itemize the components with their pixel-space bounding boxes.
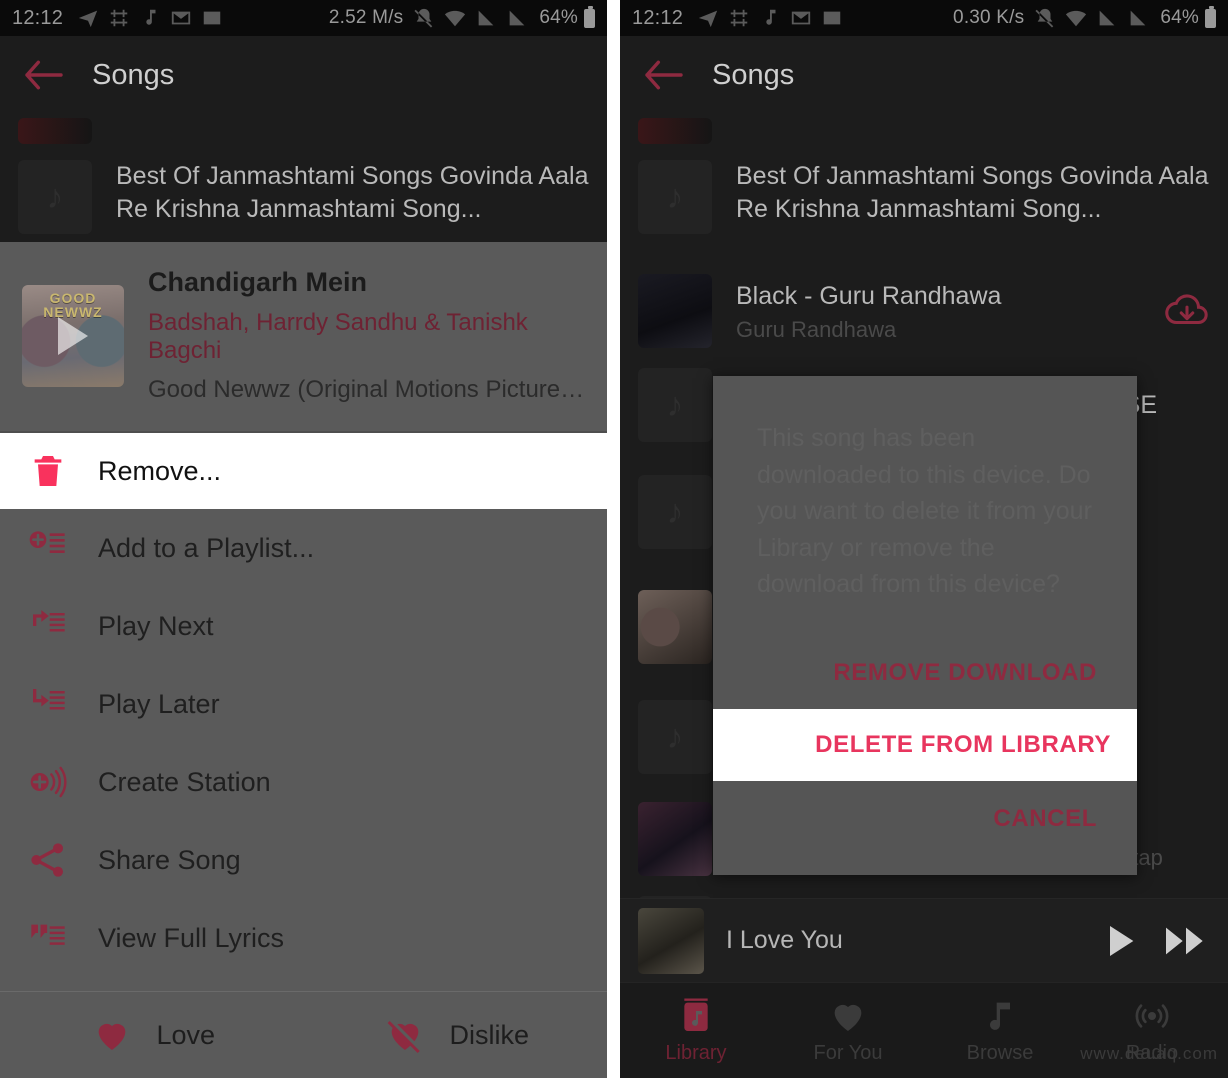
play-next-icon: [24, 602, 72, 650]
song-subtitle: Guru Randhawa: [736, 316, 897, 342]
action-play-next[interactable]: Play Next: [0, 587, 607, 665]
mini-player[interactable]: I Love You: [620, 898, 1228, 982]
album-thumbnail: [638, 802, 712, 876]
status-bar: 12:12 0.30 K/s 64%: [620, 0, 1228, 36]
action-label: Play Later: [98, 688, 220, 719]
action-share-song[interactable]: Share Song: [0, 821, 607, 899]
action-play-later[interactable]: Play Later: [0, 665, 607, 743]
reaction-label: Dislike: [449, 1019, 529, 1050]
tab-library[interactable]: Library: [620, 983, 772, 1078]
create-station-icon: [24, 758, 72, 806]
album-art: GOOD NEWWZ: [22, 284, 124, 387]
sim1-icon: [1096, 7, 1118, 29]
reaction-dislike[interactable]: Dislike: [304, 992, 608, 1078]
broken-heart-icon: [381, 1011, 429, 1059]
album-thumbnail: [638, 118, 712, 144]
reaction-bar: Love Dislike: [0, 992, 607, 1078]
album-thumbnail: [638, 700, 712, 774]
remove-download-button[interactable]: REMOVE DOWNLOAD: [739, 647, 1111, 699]
tab-label: Browse: [966, 1042, 1034, 1064]
album-thumbnail: [638, 475, 712, 549]
mini-player-title: I Love You: [726, 926, 843, 954]
action-label: Play Next: [98, 610, 214, 641]
album-thumbnail: [638, 274, 712, 348]
song-title: Black - Guru Randhawa: [736, 281, 1002, 310]
action-view-full-lyrics[interactable]: View Full Lyrics: [0, 899, 607, 977]
action-label: Create Station: [98, 766, 271, 797]
song-artist: Badshah, Harrdy Sandhu & Tanishk Bagchi: [148, 308, 528, 365]
list-item[interactable]: Best Of Janmashtami Songs Govinda Aala R…: [620, 148, 1228, 264]
action-remove[interactable]: Remove...: [0, 433, 607, 509]
tab-browse[interactable]: Browse: [924, 983, 1076, 1078]
song-meta: Black - Guru Randhawa Guru Randhawa: [736, 280, 1152, 343]
action-add-to-playlist[interactable]: Add to a Playlist...: [0, 509, 607, 587]
mute-bell-icon: [1034, 7, 1056, 29]
play-icon: [58, 316, 88, 355]
slack-icon: [728, 7, 750, 29]
library-icon: [676, 996, 716, 1036]
network-speed: 0.30 K/s: [953, 7, 1025, 28]
lyrics-icon: [24, 914, 72, 962]
back-arrow-icon[interactable]: [642, 58, 686, 92]
fast-forward-icon[interactable]: [1162, 921, 1210, 961]
gmail-icon: [790, 7, 812, 29]
tab-label: For You: [813, 1042, 883, 1064]
action-label: View Full Lyrics: [98, 922, 285, 953]
action-sheet: GOOD NEWWZ Chandigarh Mein Badshah, Harr…: [0, 242, 607, 1078]
delete-confirm-dialog: This song has been downloaded to this de…: [713, 376, 1137, 875]
add-to-playlist-icon: [24, 524, 72, 572]
cancel-button[interactable]: CANCEL: [739, 793, 1111, 845]
list-item[interactable]: Black - Guru Randhawa Guru Randhawa: [620, 264, 1228, 358]
sim2-icon: [1127, 7, 1149, 29]
dialog-actions: REMOVE DOWNLOAD DELETE FROM LIBRARY CANC…: [713, 613, 1137, 875]
album-thumbnail: [638, 160, 712, 234]
wifi-icon: [1065, 7, 1087, 29]
reaction-love[interactable]: Love: [0, 992, 304, 1078]
music-note-icon: [980, 996, 1020, 1036]
telegram-icon: [697, 7, 719, 29]
watermark: www.deuaq.com: [1080, 1044, 1218, 1063]
tab-label: Library: [665, 1042, 727, 1064]
play-later-icon: [24, 680, 72, 728]
list-item[interactable]: [620, 114, 1228, 148]
action-create-station[interactable]: Create Station: [0, 743, 607, 821]
album-art-label: GOOD NEWWZ: [43, 289, 103, 321]
screenshot-root: 12:12 2.52 M/s 64% Songs ♪ Best Of Janma…: [0, 0, 1228, 1078]
song-meta: Best Of Janmashtami Songs Govinda Aala R…: [736, 160, 1210, 226]
delete-from-library-button[interactable]: DELETE FROM LIBRARY: [713, 708, 1137, 781]
page-title: Songs: [712, 58, 795, 91]
now-playing-info: Chandigarh Mein Badshah, Harrdy Sandhu &…: [148, 266, 585, 405]
heart-icon: [828, 996, 868, 1036]
reaction-label: Love: [156, 1019, 216, 1050]
song-title: Chandigarh Mein: [148, 267, 368, 298]
now-playing-header[interactable]: GOOD NEWWZ Chandigarh Mein Badshah, Harr…: [0, 242, 607, 431]
app-bar: Songs: [620, 36, 1228, 114]
action-label: Share Song: [98, 844, 241, 875]
song-title: Best Of Janmashtami Songs Govinda Aala R…: [736, 162, 1209, 223]
battery-icon: [1205, 5, 1216, 28]
action-label: Remove...: [98, 455, 222, 486]
photos-icon: [821, 7, 843, 29]
sheet-spacer: [0, 977, 607, 991]
album-thumbnail: [638, 907, 704, 974]
battery-percent: 64%: [1160, 7, 1199, 28]
share-icon: [24, 836, 72, 884]
album-thumbnail: [638, 590, 712, 664]
song-album: Good Newwz (Original Motions Pictures ..…: [148, 376, 585, 404]
right-phone-panel: 12:12 0.30 K/s 64% Songs ♪ Best Of Janma…: [620, 0, 1228, 1078]
play-icon[interactable]: [1096, 921, 1144, 961]
status-time: 12:12: [632, 6, 684, 29]
heart-icon: [88, 1011, 136, 1059]
trash-icon: [24, 447, 72, 495]
music-note-icon: [759, 7, 781, 29]
dialog-message: This song has been downloaded to this de…: [757, 424, 1092, 598]
radio-waves-icon: [1132, 996, 1172, 1036]
action-label: Add to a Playlist...: [98, 532, 315, 563]
download-icon[interactable]: [1164, 288, 1210, 334]
left-phone-panel: 12:12 2.52 M/s 64% Songs ♪ Best Of Janma…: [0, 0, 607, 1078]
tab-for-you[interactable]: For You: [772, 983, 924, 1078]
album-thumbnail: [638, 368, 712, 442]
